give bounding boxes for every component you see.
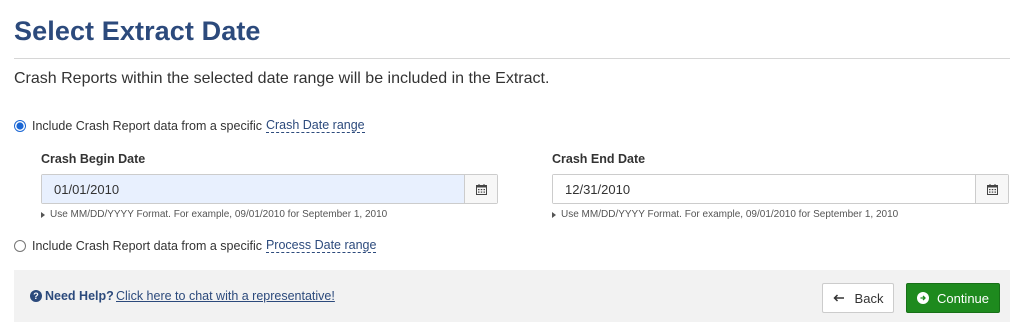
process-date-range-radio[interactable] [14,239,26,252]
page-title: Select Extract Date [14,16,261,46]
continue-button[interactable]: Continue [906,283,1000,313]
crash-end-date-group: Crash End Date Use MM/DD/YYYY Format. Fo… [552,152,1009,220]
question-circle-icon: ? [30,290,42,302]
process-date-range-option[interactable]: Include Crash Report data from a specifi… [14,238,377,253]
crash-begin-calendar-button[interactable] [464,175,497,203]
page-description: Crash Reports within the selected date r… [14,70,550,87]
caret-right-icon [41,211,45,218]
back-button-label: Back [854,290,884,306]
calendar-icon [986,183,998,195]
need-help-label: Need Help? [45,289,114,303]
crash-end-date-input[interactable] [553,175,975,203]
caret-right-icon [552,211,556,218]
crash-end-date-wrapper [552,174,1009,204]
footer-bar: ? Need Help? Click here to chat with a r… [14,270,1010,322]
chat-representative-link[interactable]: Click here to chat with a representative… [116,289,335,303]
process-date-range-prefix: Include Crash Report data from a specifi… [32,238,262,253]
crash-date-range-radio[interactable] [14,119,26,132]
arrow-circle-right-icon [916,292,929,304]
crash-end-date-hint: Use MM/DD/YYYY Format. For example, 09/0… [552,209,1009,220]
calendar-icon [475,183,487,195]
crash-begin-date-group: Crash Begin Date Use MM/DD/YYYY Format. … [41,152,498,220]
crash-end-date-label: Crash End Date [552,152,646,166]
crash-end-date-hint-text: Use MM/DD/YYYY Format. For example, 09/0… [561,209,899,220]
title-divider [14,58,1010,59]
crash-begin-date-hint: Use MM/DD/YYYY Format. For example, 09/0… [41,209,498,220]
crash-begin-date-wrapper [41,174,498,204]
arrow-left-icon [832,294,844,302]
crash-begin-date-input[interactable] [42,175,464,203]
process-date-range-link[interactable]: Process Date range [265,238,377,253]
continue-button-label: Continue [936,290,990,306]
back-button[interactable]: Back [822,283,894,313]
crash-date-range-option[interactable]: Include Crash Report data from a specifi… [14,118,365,133]
crash-date-range-link[interactable]: Crash Date range [265,118,365,133]
crash-begin-date-label: Crash Begin Date [41,152,146,166]
crash-end-calendar-button[interactable] [975,175,1008,203]
crash-date-range-prefix: Include Crash Report data from a specifi… [32,118,262,133]
crash-begin-date-hint-text: Use MM/DD/YYYY Format. For example, 09/0… [50,209,388,220]
